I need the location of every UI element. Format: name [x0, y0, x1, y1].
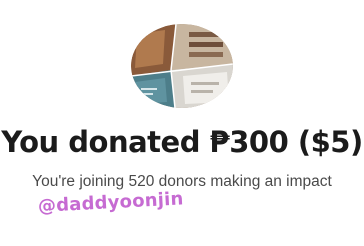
watermark-text: @daddyoonjin — [37, 188, 184, 217]
campaign-photo-image — [131, 24, 233, 108]
campaign-photo — [131, 24, 233, 108]
donation-headline: You donated ₱300 ($5) — [1, 125, 363, 159]
